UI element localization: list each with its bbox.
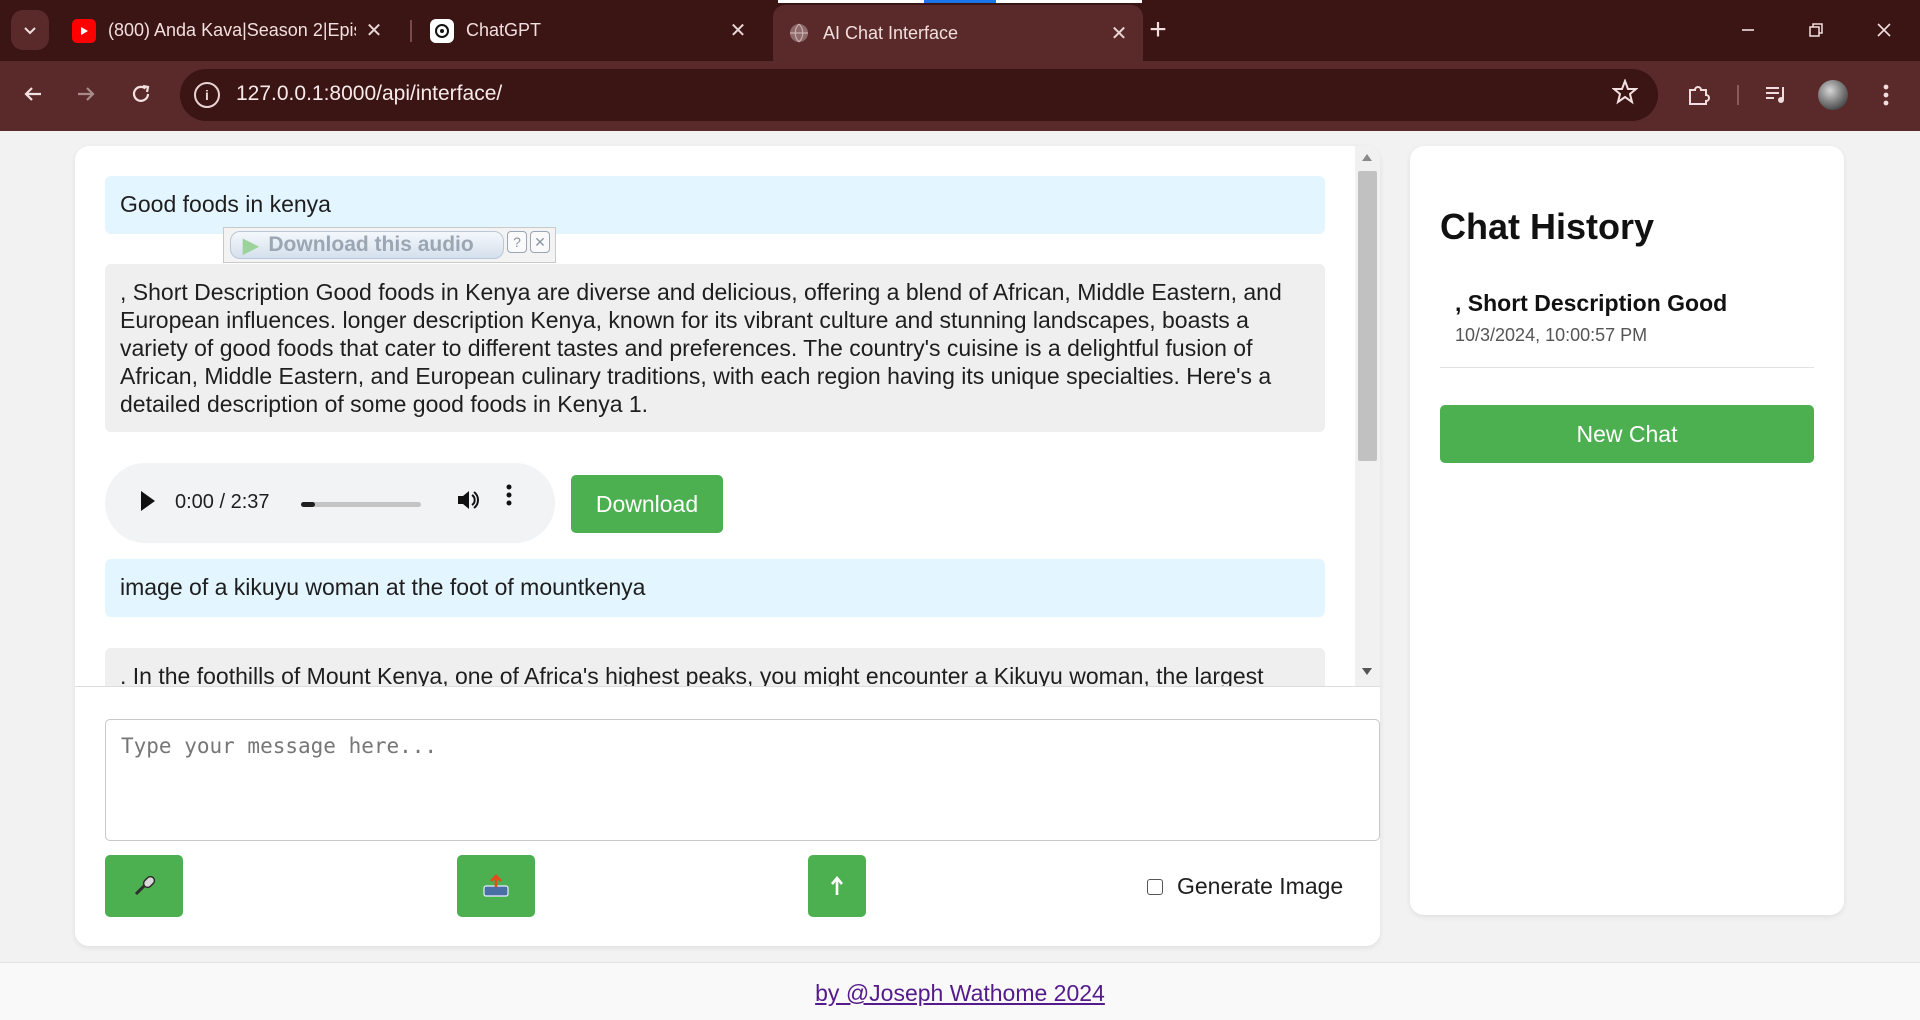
microphone-icon <box>134 875 156 896</box>
tab-title: (800) Anda Kava|Season 2|Episode <box>108 20 356 40</box>
close-icon[interactable]: ✕ <box>364 18 384 43</box>
profile-avatar[interactable] <box>1818 80 1848 110</box>
play-icon[interactable] <box>141 491 155 511</box>
audio-time: 0:00 / 2:37 <box>175 491 270 513</box>
download-audio-button[interactable]: ▶ Download this audio <box>230 231 504 259</box>
generate-image-label: Generate Image <box>1177 873 1344 899</box>
media-controls-icon[interactable] <box>1758 77 1794 113</box>
history-item-title: , Short Description Good <box>1455 290 1728 316</box>
send-button[interactable] <box>808 855 866 917</box>
youtube-icon <box>72 18 96 43</box>
audio-seek-slider[interactable] <box>301 502 421 507</box>
address-bar[interactable]: i 127.0.0.1:8000/api/interface/ <box>180 69 1658 121</box>
play-icon: ▶ <box>243 234 259 257</box>
back-arrow-icon[interactable] <box>13 74 53 114</box>
arrow-up-icon <box>831 875 843 895</box>
ai-message: , Short Description Good foods in Kenya … <box>105 264 1325 432</box>
user-message: image of a kikuyu woman at the foot of m… <box>105 559 1325 617</box>
close-icon[interactable]: ✕ <box>1109 21 1129 46</box>
close-window-icon[interactable] <box>1854 10 1914 50</box>
scroll-down-icon[interactable] <box>1362 668 1372 675</box>
more-menu-icon[interactable] <box>1868 77 1904 113</box>
footer-author-link[interactable]: by @Joseph Wathome 2024 <box>0 980 1920 1007</box>
help-icon[interactable]: ? <box>507 231 527 253</box>
page-footer: by @Joseph Wathome 2024 <box>0 962 1920 1020</box>
history-item-date: 10/3/2024, 10:00:57 PM <box>1455 325 1648 345</box>
chat-history-title: Chat History <box>1440 206 1655 247</box>
site-info-icon[interactable]: i <box>194 82 220 108</box>
tab-chatgpt[interactable]: ChatGPT ✕ <box>416 8 762 53</box>
chatgpt-icon <box>430 18 454 43</box>
close-icon[interactable]: ✕ <box>728 18 748 43</box>
download-audio-popup: ▶ Download this audio ? ✕ <box>223 227 556 263</box>
input-area: Generate Image <box>75 686 1380 946</box>
chevron-down-icon <box>24 27 36 35</box>
forward-arrow-icon[interactable] <box>66 74 106 114</box>
tab-ai-chat-interface[interactable]: AI Chat Interface ✕ <box>773 5 1143 61</box>
tab-title: ChatGPT <box>466 20 542 40</box>
tab-youtube[interactable]: (800) Anda Kava|Season 2|Episode ✕ <box>58 8 398 53</box>
browser-toolbar: i 127.0.0.1:8000/api/interface/ <box>0 61 1920 131</box>
page-content: Good foods in kenya ▶ Download this audi… <box>0 131 1920 1020</box>
tab-separator <box>410 20 412 42</box>
download-button[interactable]: Download <box>571 475 723 533</box>
browser-tab-bar: (800) Anda Kava|Season 2|Episode ✕ ChatG… <box>0 0 1920 61</box>
bookmark-star-icon[interactable] <box>1611 78 1639 112</box>
ai-message: . In the foothills of Mount Kenya, one o… <box>105 648 1325 686</box>
upload-button[interactable] <box>457 855 535 917</box>
audio-player: 0:00 / 2:37 <box>105 463 555 543</box>
chat-history-panel: Chat History , Short Description Good 10… <box>1410 146 1844 915</box>
url-text[interactable]: 127.0.0.1:8000/api/interface/ <box>236 82 502 106</box>
toolbar-separator <box>1737 85 1739 105</box>
volume-icon[interactable] <box>455 487 481 520</box>
voice-input-button[interactable] <box>105 855 183 917</box>
scroll-up-icon[interactable] <box>1362 154 1372 161</box>
minimize-icon[interactable] <box>1718 10 1778 50</box>
reload-icon[interactable] <box>121 74 161 114</box>
generate-image-toggle[interactable]: Generate Image <box>1147 873 1343 900</box>
restore-icon[interactable] <box>1786 10 1846 50</box>
audio-more-icon[interactable] <box>505 483 513 507</box>
extensions-puzzle-icon[interactable] <box>1681 77 1717 113</box>
scrollbar-thumb[interactable] <box>1358 171 1377 461</box>
chat-container: Good foods in kenya ▶ Download this audi… <box>75 146 1380 946</box>
history-item[interactable]: , Short Description Good 10/3/2024, 10:0… <box>1440 284 1814 368</box>
message-input[interactable] <box>105 719 1380 841</box>
tab-search-button[interactable] <box>11 10 49 50</box>
messages-area[interactable]: Good foods in kenya ▶ Download this audi… <box>75 146 1380 686</box>
globe-icon <box>787 21 811 45</box>
upload-tray-icon <box>483 874 509 897</box>
messages-scrollbar[interactable] <box>1355 146 1380 686</box>
download-audio-label: Download this audio <box>268 233 474 256</box>
close-icon[interactable]: ✕ <box>530 231 550 253</box>
user-message: Good foods in kenya <box>105 176 1325 234</box>
generate-image-checkbox[interactable] <box>1147 878 1163 895</box>
tab-title: AI Chat Interface <box>823 22 959 43</box>
new-tab-plus-icon[interactable]: + <box>1140 12 1176 48</box>
tab-loading-indicator <box>778 0 1142 3</box>
new-chat-button[interactable]: New Chat <box>1440 405 1814 463</box>
